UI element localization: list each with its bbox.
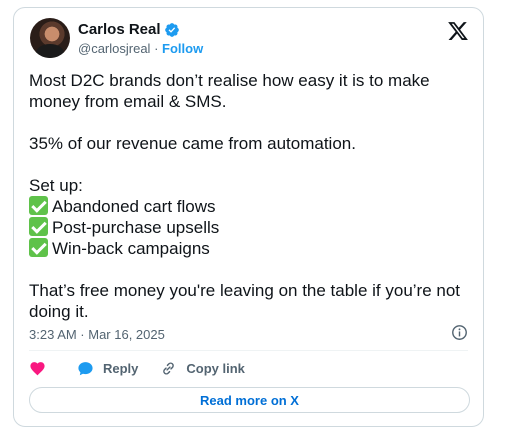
author-handle-row: @carlosjreal · Follow [78,41,203,56]
author-avatar[interactable] [30,18,70,58]
copy-link-button[interactable]: Copy link [160,360,245,377]
handle-separator: · [154,41,159,56]
follow-button[interactable]: Follow [162,41,203,56]
author-name-row: Carlos Real [78,21,180,38]
setup-heading: Set up: [29,176,83,195]
like-button[interactable] [29,360,55,377]
list-item: Post-purchase upsells [52,218,220,237]
list-item: Win-back campaigns [52,239,210,258]
check-mark-icon [29,217,48,236]
tweet-card: Carlos Real @carlosjreal · Follow Most D… [13,7,484,427]
author-name[interactable]: Carlos Real [78,21,161,38]
reply-label: Reply [103,361,139,376]
check-mark-icon [29,238,48,257]
x-logo-icon[interactable] [447,20,469,42]
list-item: Abandoned cart flows [52,197,216,216]
tweet-line-2: 35% of our revenue came from automation. [29,134,356,153]
verified-badge-icon [164,22,179,37]
link-icon [163,362,175,375]
action-bar: Reply Copy link [29,360,267,377]
author-handle[interactable]: @carlosjreal [78,41,150,56]
check-mark-icon [29,196,48,215]
heart-icon [30,362,45,376]
tweet-closing: That’s free money you're leaving on the … [29,281,465,321]
divider [29,350,468,351]
tweet-line-1: Most D2C brands don’t realise how easy i… [29,71,435,111]
copy-link-label: Copy link [186,361,245,376]
tweet-text: Most D2C brands don’t realise how easy i… [29,70,474,322]
speech-bubble-icon [78,362,93,376]
tweet-timestamp[interactable]: 3:23 AM · Mar 16, 2025 [29,327,165,342]
reply-button[interactable]: Reply [77,360,138,377]
read-more-button[interactable]: Read more on X [29,387,470,413]
info-icon[interactable] [451,324,468,341]
